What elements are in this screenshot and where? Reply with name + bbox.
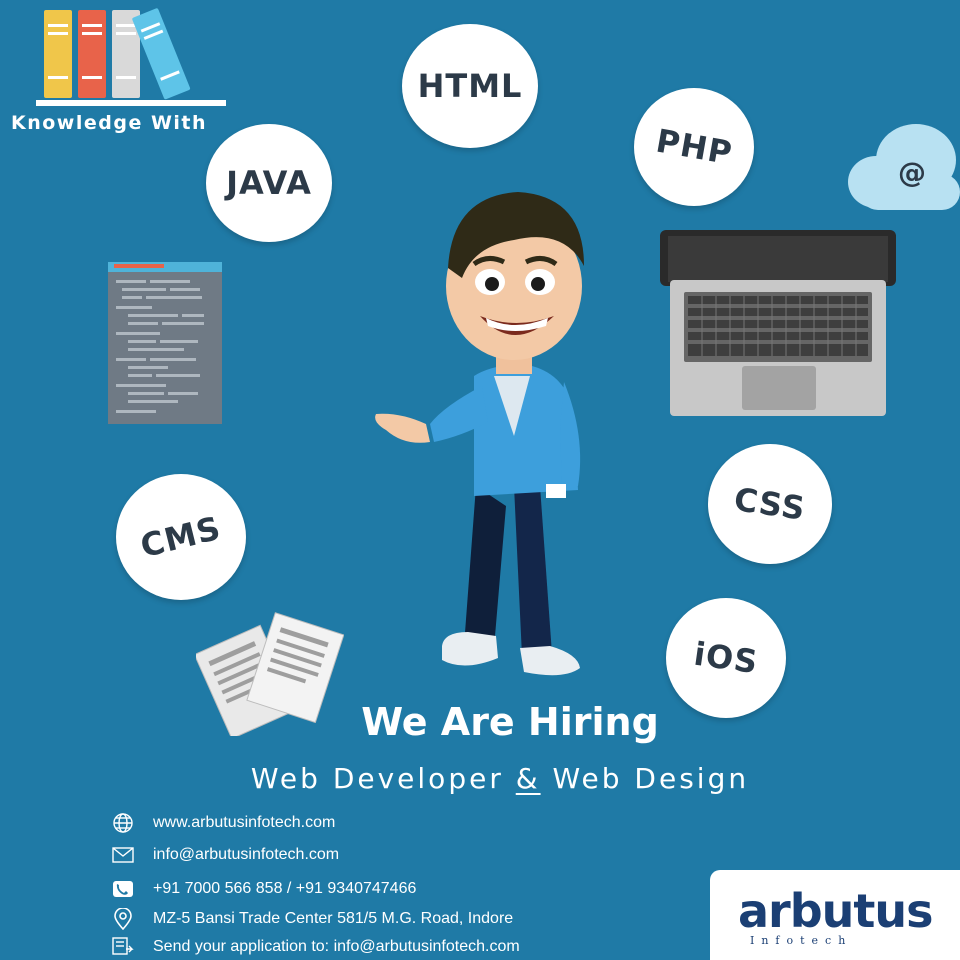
laptop-icon — [656, 228, 900, 418]
logo-subtitle: Infotech — [750, 934, 853, 947]
developer-character — [364, 186, 594, 686]
java-label: JAVA — [226, 164, 312, 202]
java-bubble: JAVA — [206, 124, 332, 242]
website-link[interactable]: www.arbutusinfotech.com — [153, 814, 335, 832]
subtitle-ampersand: & — [515, 762, 541, 795]
address-text: MZ-5 Bansi Trade Center 581/5 M.G. Road,… — [153, 910, 514, 927]
location-pin-icon — [110, 908, 136, 930]
email-link[interactable]: info@arbutusinfotech.com — [153, 846, 339, 864]
html-bubble: HTML — [402, 24, 538, 148]
cms-label: CMS — [136, 508, 226, 566]
mail-icon — [110, 844, 136, 866]
books-icon — [36, 6, 236, 111]
contact-apply: Send your application to: info@arbutusin… — [110, 936, 670, 958]
send-icon — [110, 936, 136, 958]
cloud-at-symbol: @ — [898, 156, 926, 189]
contact-website: www.arbutusinfotech.com — [110, 812, 670, 834]
headline-title: We Are Hiring — [361, 700, 659, 744]
php-bubble: PHP — [634, 88, 754, 206]
brand-tagline: Knowledge With — [11, 112, 208, 134]
code-document-icon — [108, 262, 222, 424]
subtitle-role-1: Web Developer — [250, 762, 504, 795]
headline-subtitle: Web Developer & Web Design — [0, 762, 960, 795]
apply-text[interactable]: Send your application to: info@arbutusin… — [153, 938, 520, 956]
contact-email: info@arbutusinfotech.com — [110, 844, 670, 866]
ios-label: iOS — [691, 634, 761, 682]
css-bubble: CSS — [708, 444, 832, 564]
php-label: PHP — [652, 121, 736, 173]
phone-numbers[interactable]: +91 7000 566 858 / +91 9340747466 — [153, 880, 416, 898]
cms-bubble: CMS — [116, 474, 246, 600]
contact-phone: +91 7000 566 858 / +91 9340747466 — [110, 878, 670, 900]
hiring-poster: Knowledge With HTML JAVA PHP @ CMS CSS i… — [0, 0, 960, 960]
globe-icon — [110, 812, 136, 834]
css-label: CSS — [731, 480, 809, 528]
contact-address: MZ-5 Bansi Trade Center 581/5 M.G. Road,… — [110, 908, 670, 930]
logo-wordmark: arbutus — [738, 884, 934, 938]
company-logo: arbutus Infotech — [710, 870, 960, 960]
cloud-at-icon: @ — [846, 122, 960, 212]
html-label: HTML — [417, 67, 523, 105]
phone-icon — [110, 878, 136, 900]
subtitle-role-2: Web Design — [552, 762, 750, 795]
